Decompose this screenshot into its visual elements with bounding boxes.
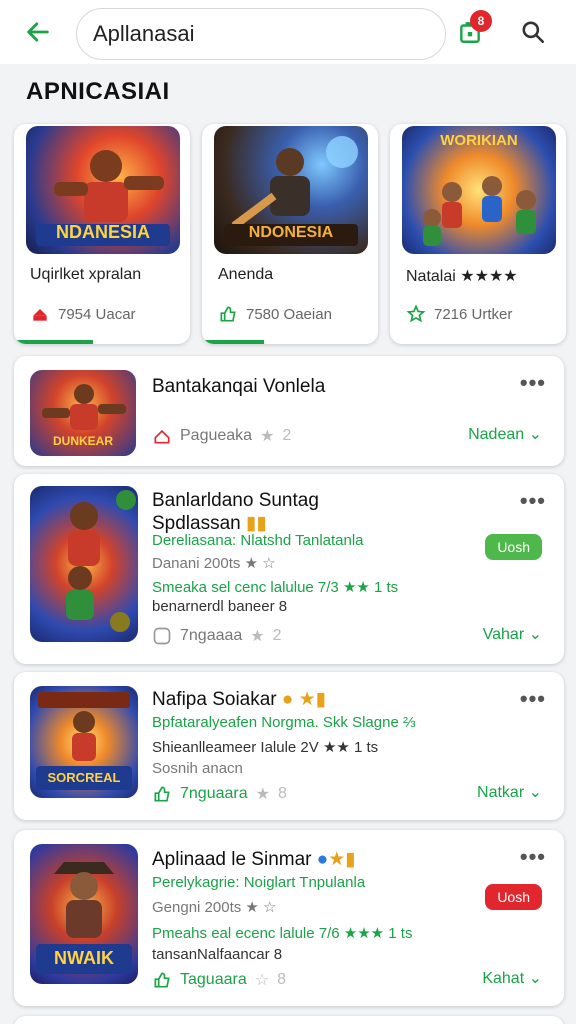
more-options-button[interactable]: •••: [520, 488, 546, 514]
search-icon: [522, 21, 545, 44]
detail-line: Gengni 200ts ★ ☆: [152, 899, 277, 916]
thumbnail-title: DUNKEAR: [53, 434, 113, 448]
thumbs-stat: 7580 Oaeian: [218, 304, 332, 324]
notifications-button[interactable]: 8: [452, 10, 492, 50]
featured-card[interactable]: NDONESIA Anenda 7580 Oaeian: [202, 124, 378, 344]
footer-meta: 7nguaara ★ 8: [152, 784, 287, 804]
download-icon: [154, 429, 170, 444]
thumbs-up-icon: [154, 786, 170, 802]
badge-icon: ▮▮: [246, 513, 267, 534]
rounded-square-icon: [153, 627, 171, 645]
download-stat: 7954 Uacar: [30, 304, 136, 324]
stat-text: 7216 Urtker: [434, 305, 513, 323]
featured-card[interactable]: NDANESIA Uqirlket xpralan 7954 Uacar: [14, 124, 190, 344]
detail-line: Perelykagrie: Noiglart Tnpulanla: [152, 874, 366, 891]
arrow-left-icon: [27, 22, 49, 42]
progress-bar: [14, 340, 94, 344]
back-button[interactable]: [20, 14, 56, 50]
detail-line: Pmeahs eal ecenc lalule 7/6 ★★★ 1 ts: [152, 925, 413, 942]
stat-text: 7580 Oaeian: [246, 305, 332, 323]
search-button[interactable]: [515, 14, 551, 50]
footer-meta: 7ngaaaa ★ 2: [152, 626, 282, 646]
star-icon: ★: [255, 786, 270, 803]
thumbnail-title: NWAIK: [54, 948, 114, 968]
star-icon: ☆: [254, 972, 270, 989]
expand-link[interactable]: Kahat ⌄: [482, 968, 542, 988]
app-title: Bantakanqai Vonlela: [152, 376, 326, 397]
footer-label: Pagueaka: [180, 427, 253, 444]
notification-badge: 8: [470, 10, 492, 32]
search-input-value: Apllanasai: [93, 21, 195, 46]
app-title: Banlarldano Suntag: [152, 490, 319, 511]
app-name: Uqirlket xpralan: [30, 266, 142, 283]
thumbnail-title: NDANESIA: [55, 222, 150, 242]
detail-line: Bpfataralyeafen Norgma. Skk Slagne ⅔: [152, 714, 416, 731]
progress-bar: [202, 340, 264, 344]
footer-number: 8: [277, 785, 287, 802]
detail-line: tansanNalfaancar 8: [152, 946, 283, 963]
app-list-item[interactable]: Banlarldano Suntag Spdlassan ▮▮ ••• Uosh…: [14, 474, 564, 664]
footer-number: 8: [277, 971, 286, 988]
app-thumbnail: DUNKEAR: [30, 370, 136, 456]
footer-meta: Taguaara ☆ 8: [152, 970, 286, 990]
app-thumbnail: [30, 486, 138, 642]
thumbs-up-icon: [154, 972, 170, 988]
thumbnail-title: WORIKIAN: [440, 132, 518, 149]
more-options-button[interactable]: •••: [520, 844, 546, 870]
app-list-item[interactable]: SORCREAL Nafipa Soiakar ● ★▮ ••• Bpfatar…: [14, 672, 564, 820]
rating-stat: 7216 Urtker: [406, 304, 512, 324]
detail-line: Dereliasana: Nlatshd Tanlatanla: [152, 532, 364, 549]
app-name: Anenda: [218, 266, 274, 283]
app-list-item[interactable]: NWAIK Aplinaad le Sinmar ●★▮ ••• Uosh Pe…: [14, 830, 564, 1006]
download-icon: [33, 309, 47, 321]
app-title: Aplinaad le Sinmar ●★▮: [152, 848, 356, 871]
app-thumbnail: NWAIK: [30, 844, 138, 984]
footer-meta: Pagueaka ★ 2: [152, 426, 291, 446]
install-button[interactable]: Uosh: [485, 534, 542, 560]
expand-link[interactable]: Nadean ⌄: [468, 424, 542, 444]
more-options-button[interactable]: •••: [520, 370, 546, 396]
app-name: Natalai ★★★★: [406, 268, 518, 285]
stat-text: 7954 Uacar: [58, 305, 136, 323]
app-thumbnail: NDONESIA: [214, 126, 368, 254]
star-outline-icon: [406, 304, 426, 323]
thumbnail-title: NDONESIA: [248, 224, 334, 241]
section-title: APNICASIAI: [26, 78, 170, 105]
more-options-button[interactable]: •••: [520, 686, 546, 712]
expand-link[interactable]: Vahar ⌄: [483, 624, 542, 644]
expand-link[interactable]: Natkar ⌄: [477, 782, 542, 802]
detail-line: Sosnih anacn: [152, 760, 243, 777]
app-subtitle-text: Spdlassan: [152, 513, 241, 534]
detail-line: benarnerdl baneer 8: [152, 598, 288, 615]
top-app-bar: Apllanasai 8: [0, 0, 576, 64]
badge-icon: ● ★▮: [281, 689, 327, 710]
app-thumbnail: SORCREAL: [30, 686, 138, 798]
footer-label: 7nguaara: [180, 785, 248, 802]
app-list-item[interactable]: DUNKEAR Bantakanqai Vonlela ••• Pagueaka…: [14, 356, 564, 466]
install-button[interactable]: Uosh: [485, 884, 542, 910]
star-icon: ★: [250, 628, 265, 645]
footer-label: 7ngaaaa: [180, 627, 243, 644]
app-thumbnail: NDANESIA: [26, 126, 180, 254]
app-title-text: Nafipa Soiakar: [152, 689, 277, 710]
detail-line: Shieanlleameer Ialule 2V ★★ 1 ts: [152, 739, 379, 756]
search-input[interactable]: Apllanasai: [76, 8, 446, 60]
detail-line: Smeaka sel cenc lalulue 7/3 ★★ 1 ts: [152, 579, 399, 596]
featured-card[interactable]: WORIKIAN Natalai ★★★★ 7216 Urtker: [390, 124, 566, 344]
next-list-item-peek: [14, 1016, 564, 1024]
detail-line: Danani 200ts ★ ☆: [152, 555, 276, 572]
footer-number: 2: [282, 427, 292, 444]
star-icon: ★: [260, 428, 275, 445]
app-thumbnail: WORIKIAN: [402, 126, 556, 254]
badge-icon: ★▮: [328, 849, 356, 870]
app-title-text: Aplinaad le Sinmar: [152, 849, 312, 870]
app-title: Nafipa Soiakar ● ★▮: [152, 688, 326, 711]
footer-number: 2: [272, 627, 282, 644]
thumbs-up-icon: [220, 306, 236, 322]
thumbnail-title: SORCREAL: [47, 770, 121, 785]
footer-label: Taguaara: [180, 971, 247, 988]
verified-icon: ●: [316, 849, 329, 870]
